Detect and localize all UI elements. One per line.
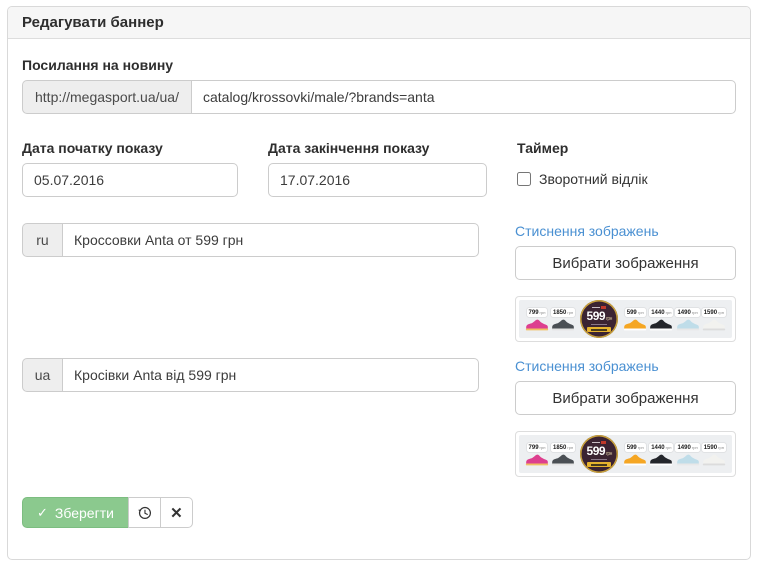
end-date-column: Дата закінчення показу [268, 140, 517, 197]
banner-shoe: 1590грн [702, 308, 726, 331]
news-link-input[interactable] [191, 80, 736, 114]
banner-shoe: 599грн [623, 308, 647, 331]
save-button-label: Зберегти [55, 505, 114, 521]
ua-title-group: ua [22, 358, 479, 392]
banner-center-badge: 599грн [580, 435, 618, 473]
banner-price-tag: 1440грн [649, 308, 673, 317]
banner-price-tag: 799грн [527, 308, 548, 317]
banner-price-tag: 599грн [625, 443, 646, 452]
banner-price-tag: 799грн [527, 443, 548, 452]
save-button[interactable]: ✓ Зберегти [22, 497, 129, 528]
ru-title-input[interactable] [62, 223, 479, 257]
form-actions: ✓ Зберегти ✕ [22, 497, 193, 528]
news-link-label: Посилання на новину [22, 57, 736, 73]
ru-image-column: Стиснення зображень Вибрати зображення 7… [515, 223, 736, 342]
timer-column: Таймер Зворотний відлік [517, 140, 648, 197]
banner-price-tag: 1490грн [675, 308, 699, 317]
banner-shoe: 1440грн [649, 308, 673, 331]
banner-price-tag: 1440грн [649, 443, 673, 452]
banner-price-tag: 599грн [625, 308, 646, 317]
banner-shoe: 799грн [525, 308, 549, 331]
banner-center-badge: 599грн [580, 300, 618, 338]
ua-title-input[interactable] [62, 358, 479, 392]
banner-shoe: 1850грн [551, 308, 575, 331]
ru-banner-preview: 799грн1850грн599грн599грн1440грн1490грн1… [515, 296, 736, 342]
ru-compress-images-link[interactable]: Стиснення зображень [515, 223, 659, 239]
history-button[interactable] [128, 497, 161, 528]
ru-banner-image: 799грн1850грн599грн599грн1440грн1490грн1… [519, 300, 732, 338]
banner-shoe: 1850грн [551, 443, 575, 466]
banner-shoe: 1590грн [702, 443, 726, 466]
news-link-input-group: http://megasport.ua/ua/ [22, 80, 736, 114]
history-icon [137, 505, 152, 520]
panel-title: Редагувати баннер [8, 7, 750, 39]
banner-price-tag: 1850грн [551, 308, 575, 317]
locale-row-ru: ru Стиснення зображень Вибрати зображенн… [22, 223, 736, 342]
banner-price-tag: 1590грн [702, 443, 726, 452]
countdown-checkbox-row: Зворотний відлік [517, 171, 648, 187]
banner-price-tag: 1590грн [702, 308, 726, 317]
banner-buy-pill [587, 462, 611, 467]
ua-banner-preview: 799грн1850грн599грн599грн1440грн1490грн1… [515, 431, 736, 477]
end-date-label: Дата закінчення показу [268, 140, 517, 156]
ua-banner-image: 799грн1850грн599грн599грн1440грн1490грн1… [519, 435, 732, 473]
banner-shoe: 599грн [623, 443, 647, 466]
ru-title-group: ru [22, 223, 479, 257]
start-date-column: Дата початку показу [22, 140, 268, 197]
banner-buy-pill [587, 327, 611, 332]
timer-label: Таймер [517, 140, 648, 156]
banner-price-tag: 1850грн [551, 443, 575, 452]
banner-shoe: 1490грн [675, 443, 699, 466]
dates-row: Дата початку показу Дата закінчення пока… [22, 140, 736, 197]
banner-shoe: 799грн [525, 443, 549, 466]
ua-compress-images-link[interactable]: Стиснення зображень [515, 358, 659, 374]
countdown-checkbox-label[interactable]: Зворотний відлік [539, 171, 648, 187]
banner-price-tag: 1490грн [675, 443, 699, 452]
start-date-label: Дата початку показу [22, 140, 268, 156]
ua-image-column: Стиснення зображень Вибрати зображення 7… [515, 358, 736, 477]
start-date-input[interactable] [22, 163, 238, 197]
url-prefix-addon: http://megasport.ua/ua/ [22, 80, 191, 114]
ru-lang-addon: ru [22, 223, 62, 257]
ua-choose-image-button[interactable]: Вибрати зображення [515, 381, 736, 415]
ru-choose-image-button[interactable]: Вибрати зображення [515, 246, 736, 280]
edit-banner-panel: Редагувати баннер Посилання на новину ht… [7, 6, 751, 560]
close-button[interactable]: ✕ [160, 497, 193, 528]
check-icon: ✓ [37, 505, 48, 521]
locale-row-ua: ua Стиснення зображень Вибрати зображенн… [22, 358, 736, 477]
banner-shoe: 1490грн [675, 308, 699, 331]
countdown-checkbox[interactable] [517, 172, 531, 186]
ua-lang-addon: ua [22, 358, 62, 392]
end-date-input[interactable] [268, 163, 487, 197]
banner-shoe: 1440грн [649, 443, 673, 466]
close-icon: ✕ [170, 504, 183, 522]
panel-body: Посилання на новину http://megasport.ua/… [8, 39, 750, 542]
